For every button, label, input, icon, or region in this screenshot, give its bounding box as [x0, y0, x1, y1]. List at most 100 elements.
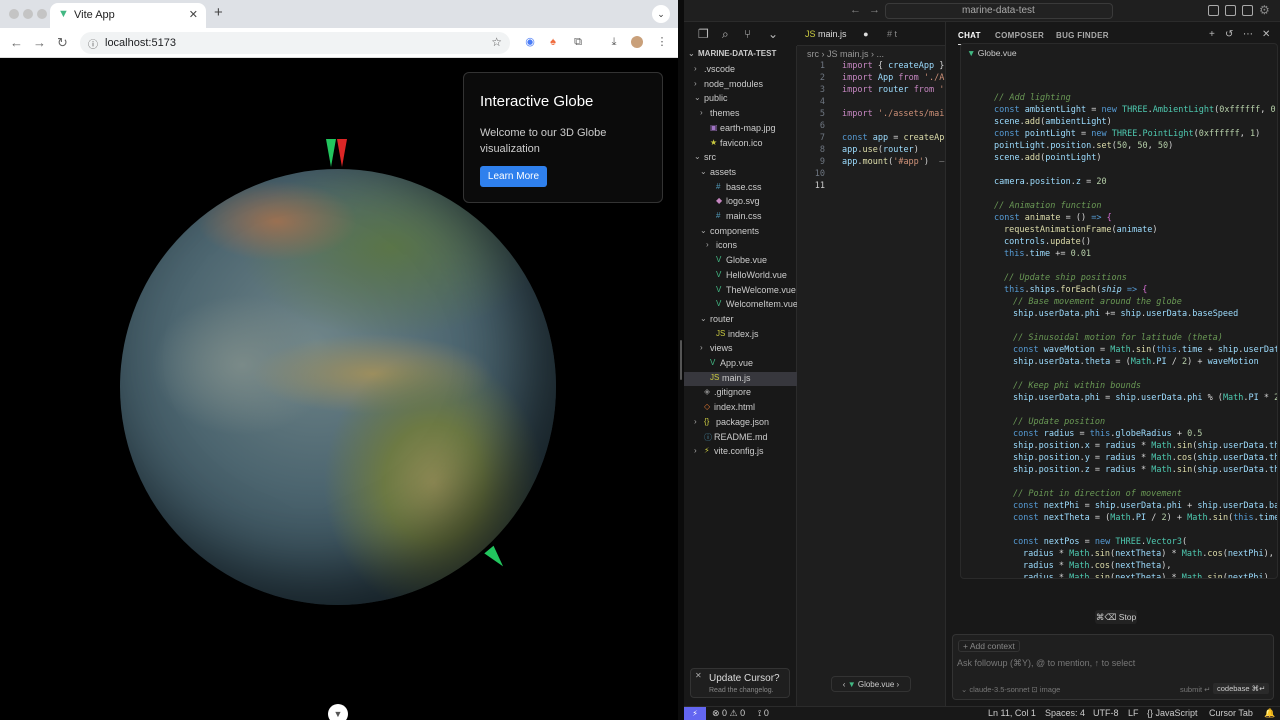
settings-gear-icon[interactable]: ⚙: [1259, 3, 1270, 17]
more-menu-icon[interactable]: ⋮: [656, 36, 668, 48]
explorer-item[interactable]: V App.vue: [684, 357, 797, 371]
explorer-item[interactable]: V Globe.vue: [684, 254, 797, 268]
globe-canvas[interactable]: [120, 169, 556, 605]
notifications-bell-icon[interactable]: 🔔: [1264, 708, 1275, 719]
ports-status[interactable]: ⟟ 0: [758, 708, 769, 719]
close-icon[interactable]: ✕: [1262, 29, 1270, 40]
browser-tab[interactable]: ▼ Vite App ✕: [50, 3, 206, 28]
code-line: 10: [814, 169, 825, 179]
explorer-item-label: WelcomeItem.vue: [726, 299, 798, 310]
tab-main-js[interactable]: JS main.js ●: [805, 22, 869, 46]
remote-icon[interactable]: ⚡: [684, 707, 706, 720]
indentation[interactable]: Spaces: 4: [1045, 708, 1085, 718]
explorer-item[interactable]: › icons: [684, 239, 797, 253]
explorer-item[interactable]: › .vscode: [684, 63, 797, 77]
new-tab-button[interactable]: +: [214, 5, 223, 20]
explorer-item[interactable]: › node_modules: [684, 78, 797, 92]
explorer-item[interactable]: V TheWelcome.vue: [684, 284, 797, 298]
breadcrumb[interactable]: src › JS main.js › ...: [807, 49, 884, 59]
toast-link[interactable]: Read the changelog.: [709, 687, 774, 694]
explorer-item[interactable]: V HelloWorld.vue: [684, 269, 797, 283]
toggle-secondary-sidebar-icon[interactable]: [1242, 5, 1253, 16]
extension-icon[interactable]: ◉: [524, 36, 536, 48]
code-suggestion-block: ▼ Globe.vue // Add lighting const ambient…: [960, 43, 1278, 579]
bookmark-star-icon[interactable]: ☆: [491, 35, 502, 49]
tab-chat[interactable]: CHAT: [958, 31, 981, 45]
explorer-item[interactable]: # main.css: [684, 210, 797, 224]
forward-icon[interactable]: →: [33, 35, 46, 50]
close-toast-icon[interactable]: ✕: [695, 671, 702, 680]
explorer-item[interactable]: ⌄ components: [684, 225, 797, 239]
vue-devtools-icon[interactable]: ▼: [328, 704, 348, 720]
chat-input[interactable]: [957, 655, 1269, 671]
cursor-position[interactable]: Ln 11, Col 1: [988, 708, 1036, 718]
tab-second[interactable]: # t: [887, 22, 897, 46]
submit-button[interactable]: submit ↵: [1180, 685, 1210, 694]
explorer-item[interactable]: ◇ index.html: [684, 401, 797, 415]
explorer-item[interactable]: JS main.js: [684, 371, 797, 386]
language-mode[interactable]: {} JavaScript: [1147, 708, 1198, 718]
download-icon[interactable]: ⤓: [608, 36, 620, 48]
stop-button[interactable]: ⌘⌫ Stop: [1095, 610, 1137, 624]
profile-avatar[interactable]: [631, 36, 643, 48]
learn-more-button[interactable]: Learn More: [480, 166, 547, 187]
history-icon[interactable]: ↺: [1225, 29, 1233, 40]
back-icon[interactable]: ←: [10, 35, 23, 50]
explorer-item[interactable]: ⓘ README.md: [684, 431, 797, 445]
close-tab-icon[interactable]: ✕: [189, 8, 198, 21]
url-field[interactable]: ⓘ localhost:5173 ☆: [80, 32, 510, 54]
explorer-item[interactable]: JS index.js: [684, 328, 797, 342]
explorer-item[interactable]: ◆ logo.svg: [684, 195, 797, 209]
explorer-item[interactable]: ⌄ router: [684, 313, 797, 327]
files-icon[interactable]: ❐: [698, 27, 709, 41]
search-icon[interactable]: ⌕: [722, 27, 729, 42]
codebase-button[interactable]: codebase ⌘↵: [1213, 683, 1270, 694]
explorer-item[interactable]: V WelcomeItem.vue: [684, 298, 798, 312]
extensions-puzzle-icon[interactable]: ⧉: [572, 36, 584, 48]
explorer-item[interactable]: # base.css: [684, 181, 797, 195]
globe-vue-pill[interactable]: ‹ ▼ Globe.vue ›: [831, 676, 911, 692]
toggle-sidebar-icon[interactable]: [1208, 5, 1219, 16]
source-control-icon[interactable]: ⑂: [744, 27, 751, 41]
more-icon[interactable]: ⋯: [1243, 29, 1253, 40]
extension-icon-2[interactable]: ♠: [547, 36, 559, 48]
explorer-item[interactable]: ⌄ assets: [684, 166, 797, 180]
explorer-item[interactable]: ★ favicon.ico: [684, 137, 797, 151]
explorer-item[interactable]: › views: [684, 342, 797, 356]
explorer-root[interactable]: ⌄ MARINE-DATA-TEST: [684, 48, 797, 62]
explorer-item[interactable]: ⌄ src: [684, 151, 797, 165]
explorer-item[interactable]: ⌄ public: [684, 92, 797, 106]
site-info-icon[interactable]: ⓘ: [88, 36, 98, 51]
chat-code-line: radius * Math.cos(nextTheta),: [1023, 561, 1172, 571]
tab-bug-finder[interactable]: BUG FINDER: [1056, 31, 1109, 40]
tab-search-icon[interactable]: ⌄: [652, 5, 670, 23]
tab-composer[interactable]: COMPOSER: [995, 31, 1044, 40]
code-line: 6: [819, 121, 825, 131]
explorer-item[interactable]: ▣ earth-map.jpg: [684, 122, 797, 136]
forward-arrow-icon[interactable]: →: [869, 4, 880, 16]
splitter-grip[interactable]: [680, 340, 682, 380]
problems-status[interactable]: ⊗ 0 ⚠ 0: [712, 708, 745, 719]
explorer-item[interactable]: › ⚡ vite.config.js: [684, 445, 797, 459]
minimize-window-button[interactable]: [23, 9, 33, 19]
reload-icon[interactable]: ↻: [57, 35, 68, 51]
chat-code-line: scene.add(ambientLight): [994, 117, 1112, 127]
back-arrow-icon[interactable]: ←: [850, 4, 861, 16]
toggle-panel-icon[interactable]: [1225, 5, 1236, 16]
model-selector[interactable]: ⌄ claude-3.5-sonnet ⊡ image: [961, 685, 1060, 694]
close-window-button[interactable]: [9, 9, 19, 19]
update-toast[interactable]: ✕ Update Cursor? Read the changelog.: [690, 668, 790, 698]
explorer-item[interactable]: › themes: [684, 107, 797, 121]
explorer-item[interactable]: › {} package.json: [684, 416, 797, 430]
explorer-item[interactable]: ◈ .gitignore: [684, 386, 797, 400]
line-ending[interactable]: LF: [1128, 708, 1139, 718]
cursor-tab-status[interactable]: Cursor Tab: [1209, 708, 1253, 718]
maximize-window-button[interactable]: [37, 9, 47, 19]
new-chat-icon[interactable]: +: [1209, 29, 1215, 40]
js-file-icon: JS: [805, 29, 816, 39]
encoding[interactable]: UTF-8: [1093, 708, 1119, 718]
code-block-header[interactable]: ▼ Globe.vue: [967, 48, 1017, 58]
command-center[interactable]: marine-data-test: [885, 3, 1113, 19]
add-context-button[interactable]: + Add context: [958, 640, 1020, 652]
chevron-down-icon[interactable]: ⌄: [768, 27, 778, 41]
